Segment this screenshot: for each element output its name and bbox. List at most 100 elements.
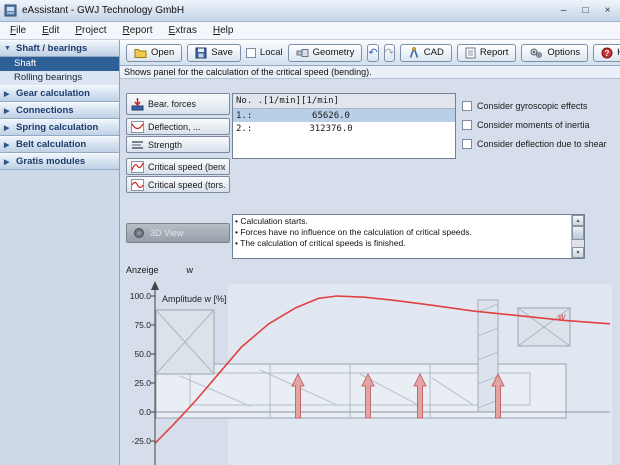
checkbox-label: Consider gyroscopic effects (477, 101, 587, 111)
local-checkbox-label: Local (260, 47, 283, 58)
menu-item-file[interactable]: File (2, 23, 34, 38)
window-title: eAssistant - GWJ Technology GmbH (22, 5, 550, 16)
main-area: Open Save Local Geometry ↶ ↷ CAD (120, 40, 620, 465)
legend-w: w (558, 312, 566, 323)
y-tick-label: 25.0 (134, 378, 151, 388)
sidebar-section-gratis-modules[interactable]: ▶ Gratis modules (0, 153, 119, 170)
sidebar-section-spring-calculation[interactable]: ▶ Spring calculation (0, 119, 119, 136)
report-document-icon (465, 47, 476, 59)
save-diskette-icon (195, 47, 207, 59)
chevron-down-icon: ▼ (4, 45, 12, 52)
open-button[interactable]: Open (126, 44, 182, 62)
table-header-no: No. . (236, 96, 263, 106)
content-panel: Bear. forces Deflection, ... Strength Cr… (120, 79, 620, 465)
sidebar-section-label: Gratis modules (16, 156, 85, 167)
menu-bar: File Edit Project Report Extras Help (0, 22, 620, 40)
bear-forces-button[interactable]: Bear. forces (126, 93, 230, 115)
open-folder-icon (134, 47, 147, 59)
checkbox-box (462, 120, 472, 130)
strength-bars-icon (131, 139, 144, 151)
log-scrollbar[interactable]: ▲ ▼ (571, 215, 584, 258)
checkbox-label: Consider deflection due to shear (477, 139, 607, 149)
y-tick-label: -25.0 (132, 436, 152, 446)
deflection-shear-checkbox[interactable]: Consider deflection due to shear (462, 134, 607, 153)
redo-button[interactable]: ↷ (384, 44, 395, 62)
display-selector-row: Anzeige w (126, 265, 193, 275)
sidebar-section-connections[interactable]: ▶ Connections (0, 102, 119, 119)
y-tick-label: 0.0 (139, 407, 151, 417)
critical-speed-bend-button[interactable]: Critical speed (bend.) (126, 158, 230, 175)
chevron-right-icon: ▶ (4, 107, 12, 115)
close-button[interactable]: × (599, 3, 616, 18)
sidebar-item-shaft[interactable]: Shaft (0, 57, 119, 71)
table-header: No. .[1/min][1/min] (233, 94, 455, 109)
gyroscopic-effects-checkbox[interactable]: Consider gyroscopic effects (462, 96, 607, 115)
y-axis-label: Amplitude w [%] (162, 294, 227, 304)
menu-item-help[interactable]: Help (205, 23, 242, 38)
table-row[interactable]: 1.: 65626.0 (233, 109, 455, 122)
table-row[interactable]: 2.: 312376.0 (233, 122, 455, 135)
sidebar-item-rolling-bearings[interactable]: Rolling bearings (0, 71, 119, 85)
y-tick-label: 75.0 (134, 320, 151, 330)
undo-button[interactable]: ↶ (367, 44, 378, 62)
calculation-log[interactable]: • Calculation starts. • Forces have no i… (232, 214, 585, 259)
row-value: 65626.0 (276, 111, 386, 121)
critical-speed-bend-icon (131, 161, 144, 173)
sidebar: ▼ Shaft / bearings Shaft Rolling bearing… (0, 40, 120, 465)
row-number: 1.: (236, 111, 276, 121)
save-button[interactable]: Save (187, 44, 241, 62)
menu-item-edit[interactable]: Edit (34, 23, 67, 38)
scroll-down-icon[interactable]: ▼ (572, 247, 584, 258)
sidebar-section-gear-calculation[interactable]: ▶ Gear calculation (0, 85, 119, 102)
options-checkbox-group: Consider gyroscopic effects Consider mom… (462, 96, 607, 153)
sidebar-section-belt-calculation[interactable]: ▶ Belt calculation (0, 136, 119, 153)
scroll-up-icon[interactable]: ▲ (572, 215, 584, 226)
log-line: • Forces have no influence on the calcul… (235, 227, 569, 238)
menu-item-report[interactable]: Report (114, 23, 160, 38)
menu-item-extras[interactable]: Extras (161, 23, 205, 38)
critical-speeds-table[interactable]: No. .[1/min][1/min] 1.: 65626.0 2.: 3123… (232, 93, 456, 159)
menu-item-project[interactable]: Project (67, 23, 114, 38)
checkbox-label: Consider moments of inertia (477, 120, 590, 130)
checkbox-box (462, 139, 472, 149)
report-button[interactable]: Report (457, 44, 517, 62)
app-window: eAssistant - GWJ Technology GmbH – □ × F… (0, 0, 620, 465)
y-tick-label: 50.0 (134, 349, 151, 359)
sidebar-section-label: Belt calculation (16, 139, 86, 150)
row-number: 2.: (236, 124, 276, 134)
anzeige-value-dropdown[interactable]: w (187, 265, 194, 275)
cad-button[interactable]: CAD (400, 44, 452, 62)
options-gears-icon (529, 47, 543, 59)
log-line: • Calculation starts. (235, 216, 569, 227)
help-icon: ? (601, 47, 613, 59)
sidebar-section-label: Shaft / bearings (16, 43, 87, 54)
chevron-right-icon: ▶ (4, 124, 12, 132)
chevron-right-icon: ▶ (4, 141, 12, 149)
log-line: • The calculation of critical speeds is … (235, 238, 569, 249)
chevron-right-icon: ▶ (4, 158, 12, 166)
sidebar-section-shaft-bearings[interactable]: ▼ Shaft / bearings (0, 40, 119, 57)
help-button[interactable]: ? Help (593, 44, 620, 62)
geometry-button[interactable]: Geometry (288, 44, 363, 62)
deflection-curve-icon (131, 121, 144, 133)
local-checkbox[interactable]: Local (246, 47, 283, 58)
title-bar: eAssistant - GWJ Technology GmbH – □ × (0, 0, 620, 22)
row-value: 312376.0 (276, 124, 386, 134)
maximize-button[interactable]: □ (577, 3, 594, 18)
scrollbar-thumb[interactable] (572, 226, 584, 240)
strength-button[interactable]: Strength (126, 136, 230, 153)
camera-3d-icon (133, 227, 145, 239)
critical-speed-tors-button[interactable]: Critical speed (tors.) (126, 176, 230, 193)
cad-compass-icon (408, 47, 420, 59)
sidebar-section-label: Gear calculation (16, 88, 90, 99)
moments-of-inertia-checkbox[interactable]: Consider moments of inertia (462, 115, 607, 134)
options-button[interactable]: Options (521, 44, 588, 62)
table-header-unit: [1/min][1/min] (263, 96, 339, 106)
status-message: Shows panel for the calculation of the c… (120, 66, 620, 79)
deflection-button[interactable]: Deflection, ... (126, 118, 230, 135)
view-3d-button[interactable]: 3D View (126, 223, 230, 243)
minimize-button[interactable]: – (555, 3, 572, 18)
checkbox-box (246, 48, 256, 58)
y-tick-label: 100.0 (130, 291, 152, 301)
mode-shape-chart: 100.0 75.0 50.0 25.0 0.0 -25.0 Amplitude… (120, 278, 620, 465)
